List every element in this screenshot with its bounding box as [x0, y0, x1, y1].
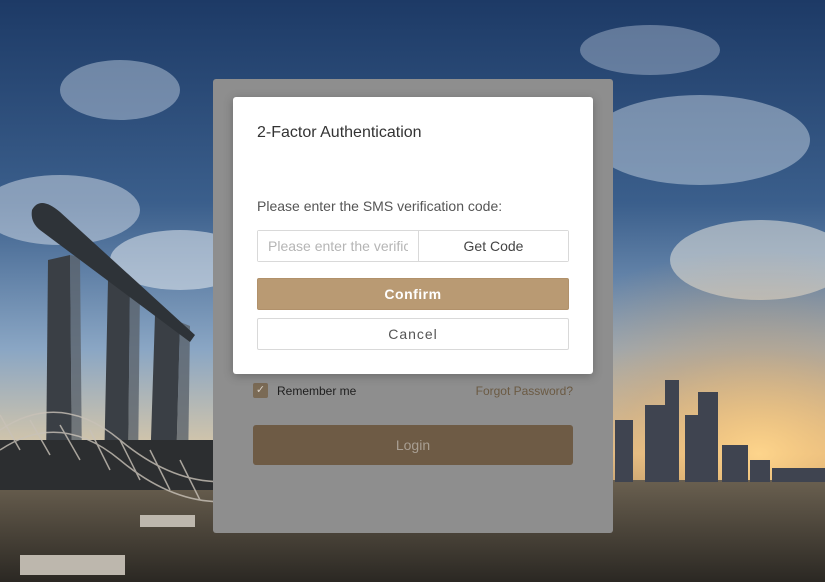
- remember-me-checkbox[interactable]: ✓: [253, 383, 268, 398]
- modal-title: 2-Factor Authentication: [257, 124, 422, 141]
- remember-me-label: Remember me: [277, 383, 357, 398]
- get-code-button[interactable]: Get Code: [419, 231, 568, 261]
- forgot-password-link[interactable]: Forgot Password?: [476, 384, 573, 398]
- sms-prompt: Please enter the SMS verification code:: [257, 198, 503, 214]
- cancel-button[interactable]: Cancel: [257, 318, 569, 350]
- code-input-group: Get Code: [257, 230, 569, 262]
- two-factor-modal: 2-Factor Authentication Please enter the…: [233, 97, 593, 374]
- remember-me-row[interactable]: ✓ Remember me: [253, 383, 356, 398]
- check-icon: ✓: [255, 384, 266, 396]
- login-button[interactable]: Login: [253, 425, 573, 465]
- confirm-button[interactable]: Confirm: [257, 278, 569, 310]
- sms-code-input[interactable]: [258, 231, 419, 261]
